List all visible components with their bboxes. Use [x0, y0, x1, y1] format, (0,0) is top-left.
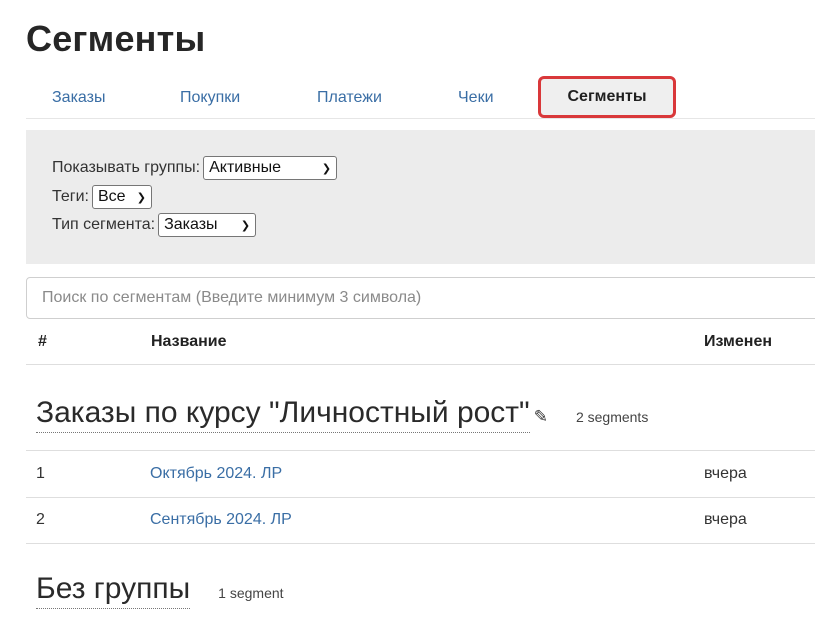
tags-select[interactable]: Все ❯: [92, 185, 152, 209]
row-number: 2: [36, 511, 45, 528]
filter-tags-label: Теги:: [52, 188, 89, 205]
tags-select-value: Все: [98, 188, 126, 205]
search-input[interactable]: [26, 277, 815, 319]
group-header: Без группы 1 segment: [36, 572, 284, 609]
group-count: 1 segment: [218, 585, 284, 601]
table-row: 1 Октябрь 2024. ЛР вчера: [26, 450, 815, 498]
page-title: Сегменты: [26, 18, 206, 59]
filter-type-label: Тип сегмента:: [52, 216, 156, 233]
table-row: 2 Сентябрь 2024. ЛР вчера: [26, 497, 815, 544]
tabs-bar: Заказы Покупки Платежи Чеки Сегменты: [26, 76, 815, 119]
tab-receipts[interactable]: Чеки: [458, 76, 494, 118]
group-count: 2 segments: [575, 409, 649, 425]
tab-payments[interactable]: Платежи: [317, 76, 382, 118]
chevron-down-icon: ❯: [240, 219, 251, 232]
chevron-down-icon: ❯: [321, 162, 332, 175]
filters-panel: Показывать группы: Активные ❯ Теги: Все …: [26, 130, 815, 264]
tab-orders[interactable]: Заказы: [52, 76, 105, 118]
row-modified: вчера: [704, 511, 747, 528]
table-header: # Название Изменен: [26, 320, 815, 365]
tab-purchases[interactable]: Покупки: [180, 76, 240, 118]
group-header: Заказы по курсу "Личностный рост" ✎ 2 se…: [36, 396, 648, 433]
groups-select[interactable]: Активные ❯: [203, 156, 338, 180]
row-number: 1: [36, 465, 45, 482]
type-select[interactable]: Заказы ❯: [158, 213, 257, 237]
row-modified: вчера: [704, 465, 747, 482]
segment-link[interactable]: Сентябрь 2024. ЛР: [150, 497, 292, 543]
segment-link[interactable]: Октябрь 2024. ЛР: [150, 451, 282, 497]
filter-groups-label: Показывать группы:: [52, 159, 201, 176]
groups-select-value: Активные: [209, 159, 281, 176]
column-name: Название: [151, 333, 227, 350]
column-number: #: [38, 333, 47, 350]
tab-segments[interactable]: Сегменты: [538, 76, 676, 118]
group-title[interactable]: Заказы по курсу "Личностный рост": [36, 396, 530, 433]
filter-groups: Показывать группы: Активные ❯: [52, 156, 338, 180]
chevron-down-icon: ❯: [136, 191, 146, 204]
column-modified: Изменен: [704, 333, 773, 350]
pencil-icon[interactable]: ✎: [534, 407, 548, 427]
filter-type: Тип сегмента: Заказы ❯: [52, 213, 257, 237]
group-title[interactable]: Без группы: [36, 572, 191, 609]
type-select-value: Заказы: [164, 216, 218, 233]
filter-tags: Теги: Все ❯: [52, 185, 152, 209]
